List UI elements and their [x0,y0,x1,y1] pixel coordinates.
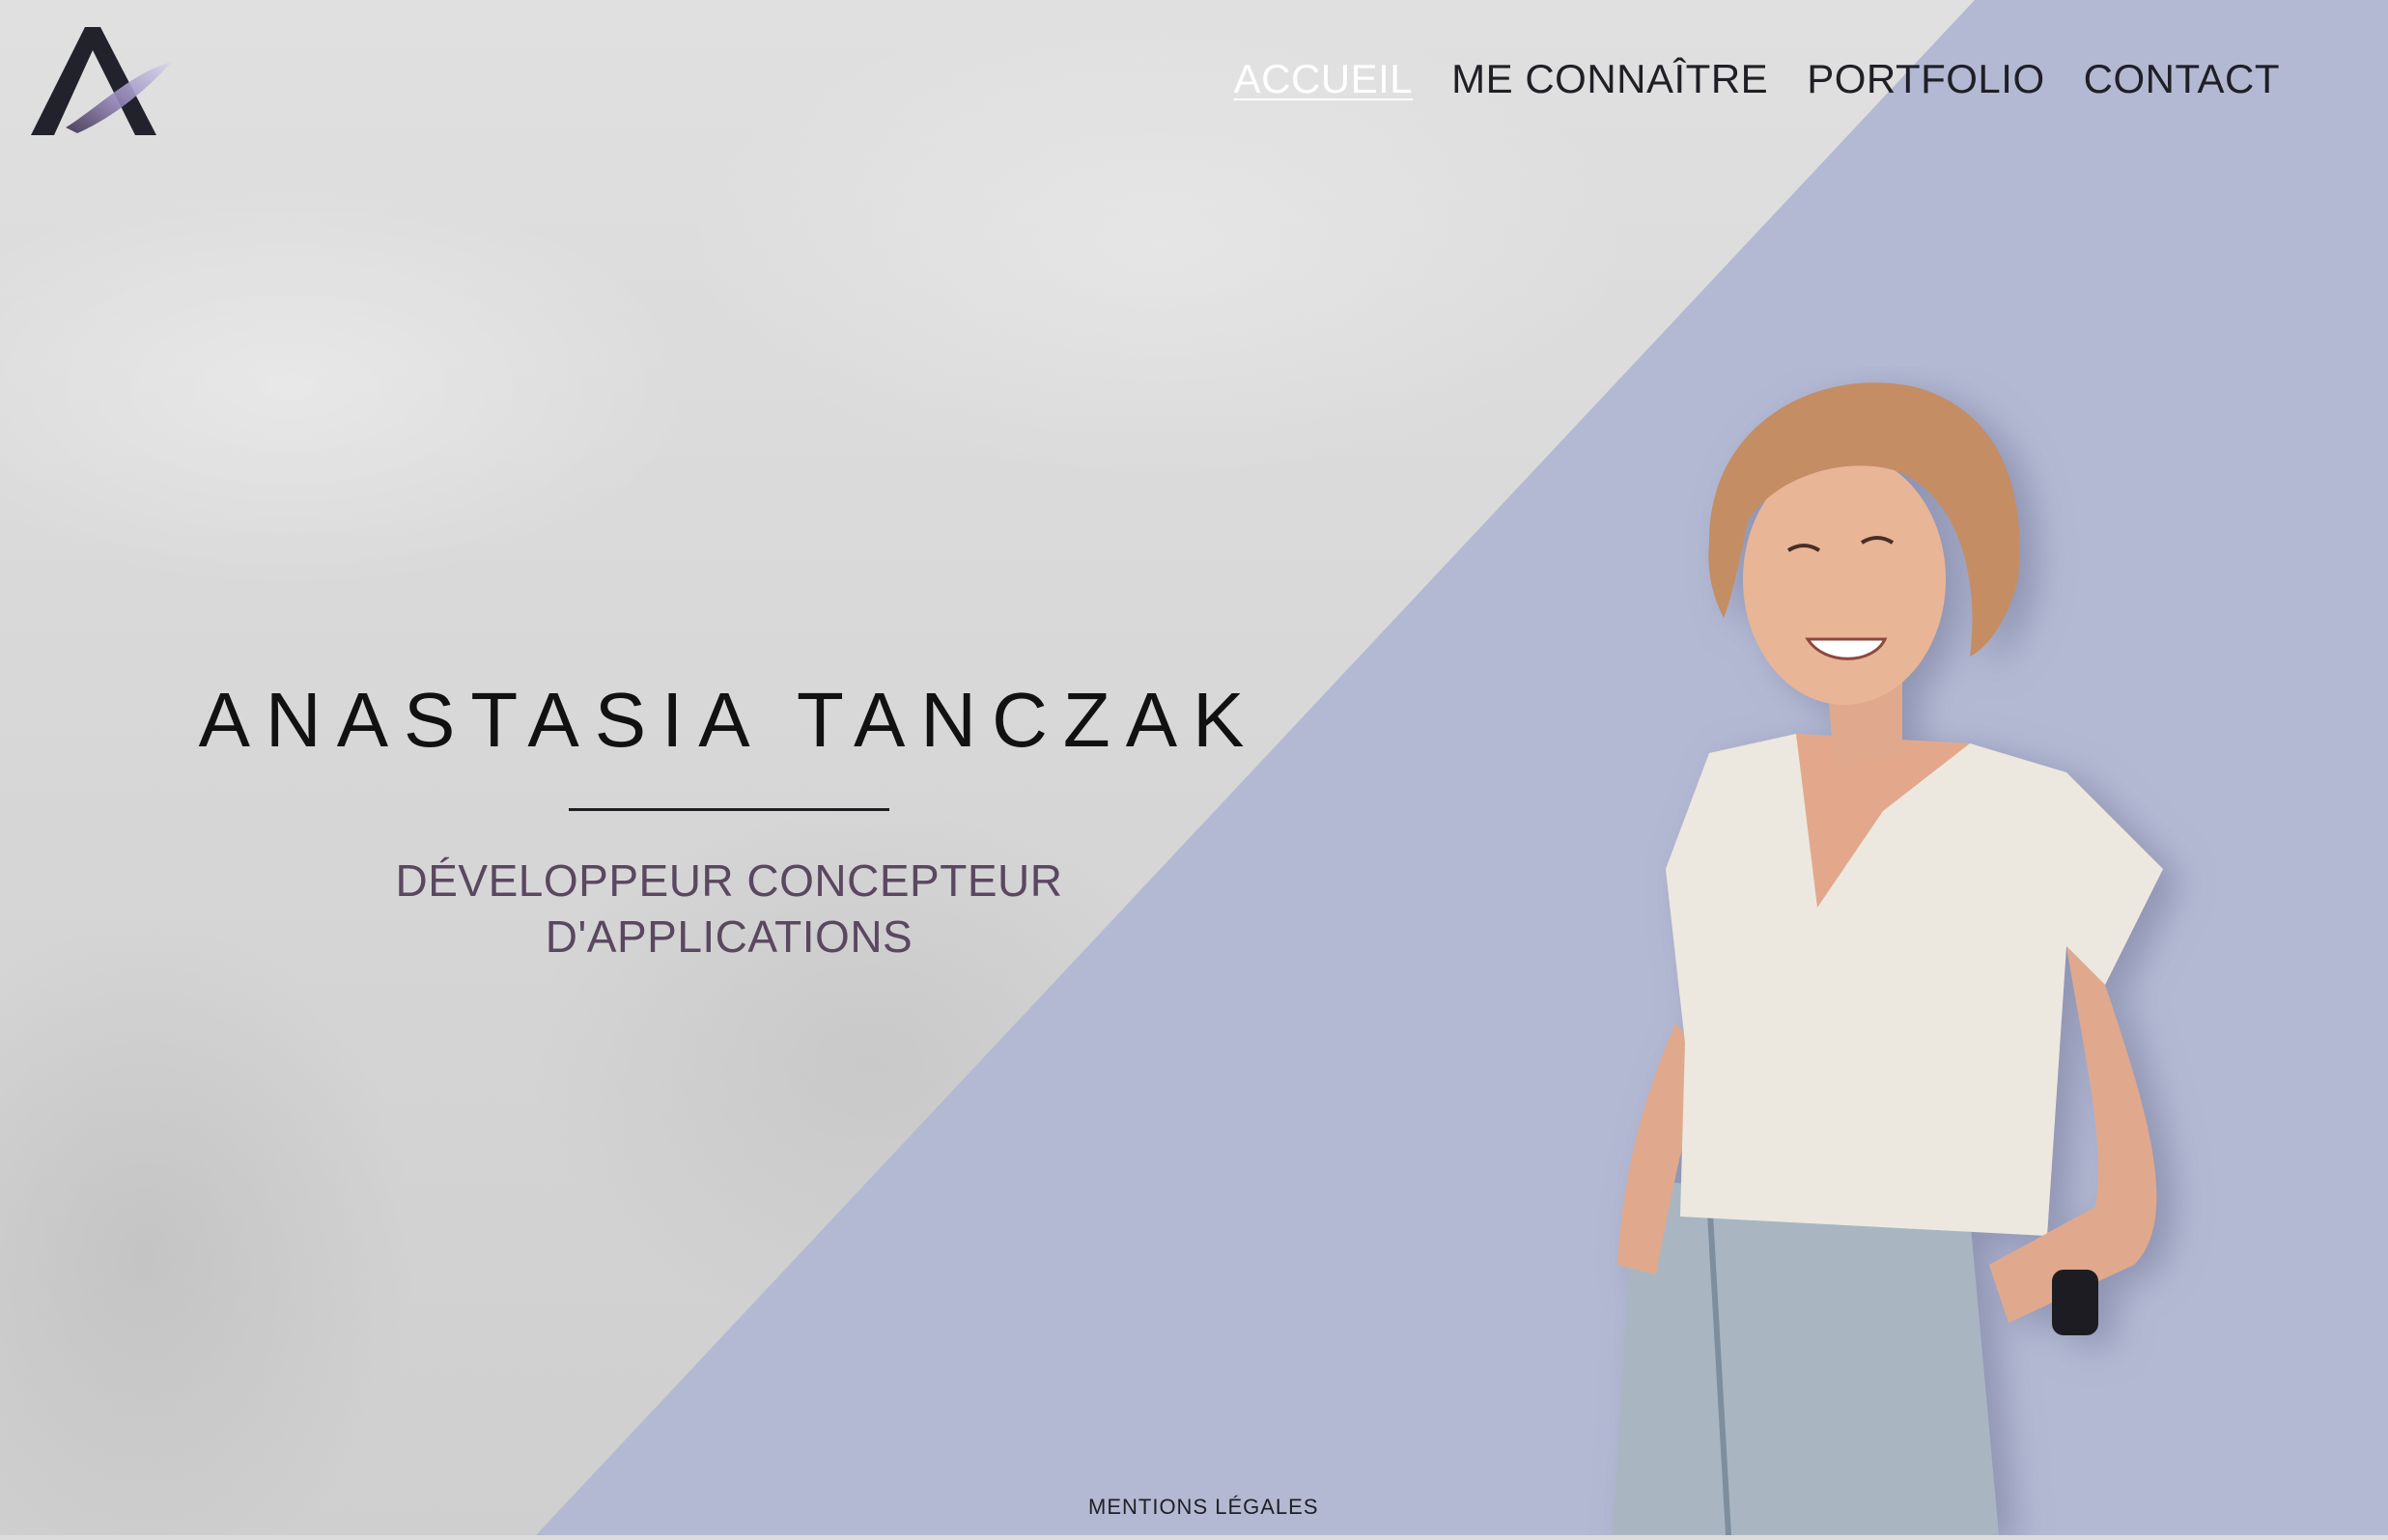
hero-section: ANASTASIA TANCZAK DÉVELOPPEUR CONCEPTEUR… [145,676,1313,965]
nav-item-me-connaitre[interactable]: ME CONNAÎTRE [1451,56,1768,102]
letter-a-logo-icon [31,27,172,135]
site-logo[interactable] [27,23,182,144]
hero-divider [569,808,889,811]
nav-item-accueil[interactable]: ACCUEIL [1234,56,1414,102]
hero-role-line-1: DÉVELOPPEUR CONCEPTEUR [395,855,1063,906]
legal-notice-link[interactable]: MENTIONS LÉGALES [1088,1495,1319,1520]
main-nav: ACCUEIL ME CONNAÎTRE PORTFOLIO CONTACT [1234,56,2280,102]
nav-item-portfolio[interactable]: PORTFOLIO [1807,56,2044,102]
hero-role-line-2: D'APPLICATIONS [545,911,913,962]
portrait-photo [1564,367,2240,1536]
nav-item-contact[interactable]: CONTACT [2084,56,2280,102]
hero-name: ANASTASIA TANCZAK [198,677,1260,763]
hero-role: DÉVELOPPEUR CONCEPTEUR D'APPLICATIONS [145,853,1313,965]
